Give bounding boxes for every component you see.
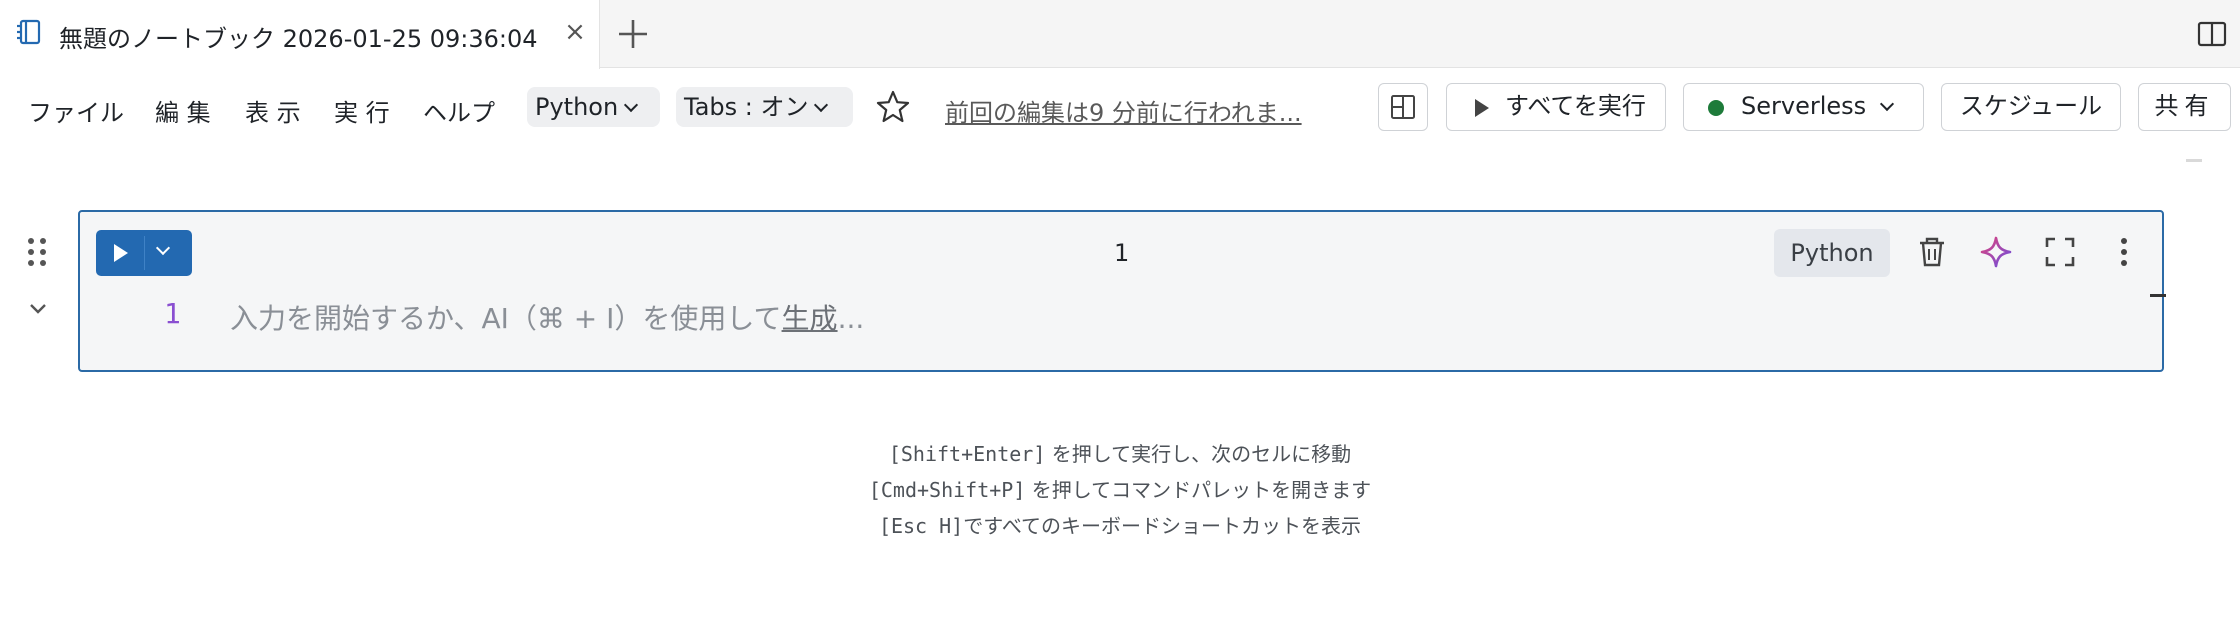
run-options-button[interactable] [144, 230, 192, 276]
hint-text: を押してコマンドパレットを開きます [1025, 478, 1372, 502]
tabs-dropdown[interactable]: Tabs : オン [676, 87, 853, 127]
hint-text: を押して実行し、次のセルに移動 [1045, 442, 1352, 466]
close-tab-icon[interactable]: × [563, 18, 587, 46]
hint-key: [Esc H] [878, 514, 964, 538]
notebook-toolbar: ファイル 編 集 表 示 実 行 ヘルプ Python Tabs : オン 前回… [0, 69, 2240, 143]
sparkle-icon[interactable] [1978, 234, 2014, 270]
chevron-down-icon [1880, 96, 1895, 112]
cell-placeholder[interactable]: 入力を開始するか、AI（⌘ + I）を使用して生成... [230, 297, 864, 337]
chevron-down-icon [814, 97, 829, 113]
placeholder-text: 入力を開始するか、AI（⌘ + I）を使用して [230, 302, 782, 335]
cell-number: 1 [1114, 239, 1130, 267]
hint-text: ですべてのキーボードショートカットを表示 [963, 514, 1362, 538]
hint-command-palette: [Cmd+Shift+P] を押してコマンドパレットを開きます [0, 472, 2240, 508]
hint-run: [Shift+Enter] を押して実行し、次のセルに移動 [0, 436, 2240, 472]
code-cell[interactable]: 1 Python 1 入力を開始するか、AI（⌘ + I）を使用して生成... [78, 210, 2164, 372]
menu-edit[interactable]: 編 集 [155, 93, 211, 128]
layout-button[interactable] [1378, 83, 1428, 131]
scroll-marker [2150, 294, 2166, 297]
expand-icon[interactable] [2042, 234, 2078, 270]
plus-icon[interactable] [613, 14, 653, 54]
schedule-button[interactable]: スケジュール [1941, 83, 2121, 131]
chevron-down-icon [624, 97, 639, 113]
status-dot-icon [1708, 100, 1724, 116]
compute-label: Serverless [1741, 92, 1867, 120]
divider [2186, 159, 2202, 162]
language-dropdown[interactable]: Python [527, 87, 660, 127]
hint-key: [Shift+Enter] [888, 442, 1046, 466]
last-edit-link[interactable]: 前回の編集は9 分前に行われま... [945, 93, 1302, 128]
hint-shortcuts: [Esc H]ですべてのキーボードショートカットを表示 [0, 508, 2240, 544]
menu-run[interactable]: 実 行 [334, 93, 390, 128]
sidebar-layout-icon[interactable] [2196, 18, 2228, 50]
run-cell-button[interactable] [96, 230, 144, 276]
language-label: Python [535, 93, 619, 121]
line-number: 1 [164, 297, 181, 330]
share-button[interactable]: 共有 [2138, 83, 2231, 131]
trash-icon[interactable] [1914, 234, 1950, 270]
notebook-icon [17, 19, 41, 45]
layout-grid-icon [1391, 95, 1415, 119]
drag-handle-icon[interactable] [26, 236, 48, 268]
keyboard-hints: [Shift+Enter] を押して実行し、次のセルに移動 [Cmd+Shift… [0, 436, 2240, 544]
generate-link[interactable]: 生成 [782, 302, 838, 335]
menu-help[interactable]: ヘルプ [423, 93, 495, 128]
tab-bar: 無題のノートブック 2026-01-25 09:36:04 × [0, 0, 2240, 69]
cell-language-button[interactable]: Python [1774, 229, 1890, 277]
menu-file[interactable]: ファイル [28, 93, 124, 128]
kebab-icon[interactable] [2106, 234, 2142, 270]
tab-title: 無題のノートブック 2026-01-25 09:36:04 [59, 25, 538, 53]
menu-view[interactable]: 表 示 [245, 93, 301, 128]
placeholder-ellipsis: ... [837, 302, 865, 335]
star-icon[interactable] [875, 89, 911, 125]
tabs-label: Tabs : オン [684, 93, 809, 121]
chevron-down-icon[interactable] [26, 296, 50, 320]
notebook-tab[interactable]: 無題のノートブック 2026-01-25 09:36:04 × [0, 0, 600, 69]
run-all-button[interactable]: すべてを実行 [1446, 83, 1666, 131]
compute-selector[interactable]: Serverless [1683, 83, 1924, 131]
hint-key: [Cmd+Shift+P] [868, 478, 1026, 502]
run-cell-group [96, 230, 192, 276]
run-all-label: すべてを実行 [1505, 92, 1646, 120]
play-icon [1475, 99, 1489, 117]
chevron-down-icon [155, 240, 171, 256]
play-icon [114, 244, 128, 262]
